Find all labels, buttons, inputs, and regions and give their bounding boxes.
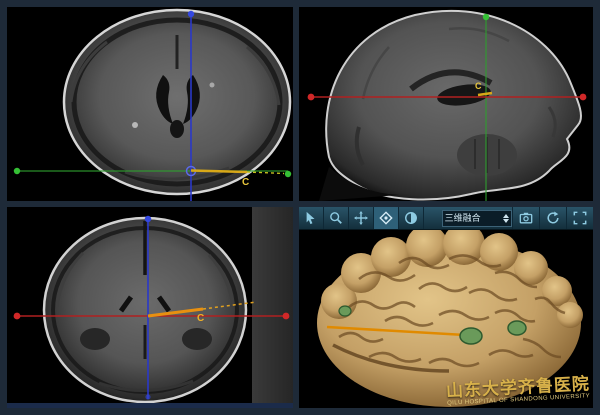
coronal-trajectory-label: C [197, 313, 204, 324]
crosshair-tool-button[interactable] [374, 207, 399, 229]
viewport-3d[interactable]: 三维融合 [299, 207, 593, 408]
viewport-axial[interactable]: C [7, 7, 293, 201]
reset-rotate-icon [546, 211, 560, 225]
viewport-sagittal[interactable]: C [299, 7, 593, 201]
sagittal-trajectory-label: C [475, 81, 482, 91]
coronal-right-handle[interactable] [283, 313, 290, 320]
sagittal-left-handle[interactable] [308, 94, 315, 101]
fusion-mode-value: 三维融合 [445, 211, 501, 226]
pointer-icon [304, 211, 318, 225]
brain-surface [317, 229, 583, 407]
snapshot-icon [519, 211, 533, 225]
fullscreen-button[interactable] [566, 207, 593, 229]
fullscreen-icon [573, 211, 587, 225]
neuro-navigation-window: C [0, 0, 600, 415]
coronal-slice-image: C [7, 207, 293, 408]
sagittal-slice-image: C [299, 7, 593, 201]
axial-slice-image: C [7, 7, 293, 201]
axial-right-handle[interactable] [285, 171, 291, 177]
fusion-mode-select[interactable]: 三维融合 [442, 210, 512, 227]
axial-trajectory-label: C [242, 177, 249, 188]
viewport-coronal[interactable]: C [7, 207, 293, 408]
axial-top-handle[interactable] [188, 11, 194, 17]
render-toolbar: 三维融合 [299, 207, 593, 230]
reset-view-button[interactable] [539, 207, 566, 229]
sagittal-right-handle[interactable] [580, 94, 587, 101]
axial-trajectory-extension[interactable] [247, 172, 284, 174]
coronal-footer-strip [7, 403, 293, 408]
pan-tool-button[interactable] [349, 207, 374, 229]
contrast-icon [404, 211, 418, 225]
pan-icon [354, 211, 368, 225]
axial-left-handle[interactable] [14, 168, 20, 174]
coronal-bottom-handle[interactable] [145, 394, 150, 399]
coronal-top-handle[interactable] [145, 216, 151, 222]
zoom-tool-button[interactable] [324, 207, 349, 229]
crosshair-diamond-icon [379, 211, 393, 225]
snapshot-button[interactable] [512, 207, 539, 229]
brain-3d-render[interactable] [299, 229, 593, 408]
spinner-icon [503, 214, 509, 223]
magnifier-icon [329, 211, 343, 225]
coronal-side-band [252, 207, 293, 408]
sagittal-top-handle[interactable] [483, 14, 489, 20]
window-level-tool-button[interactable] [399, 207, 424, 229]
coronal-left-handle[interactable] [14, 313, 21, 320]
pointer-tool-button[interactable] [299, 207, 324, 229]
axial-trajectory-line[interactable] [191, 171, 247, 173]
